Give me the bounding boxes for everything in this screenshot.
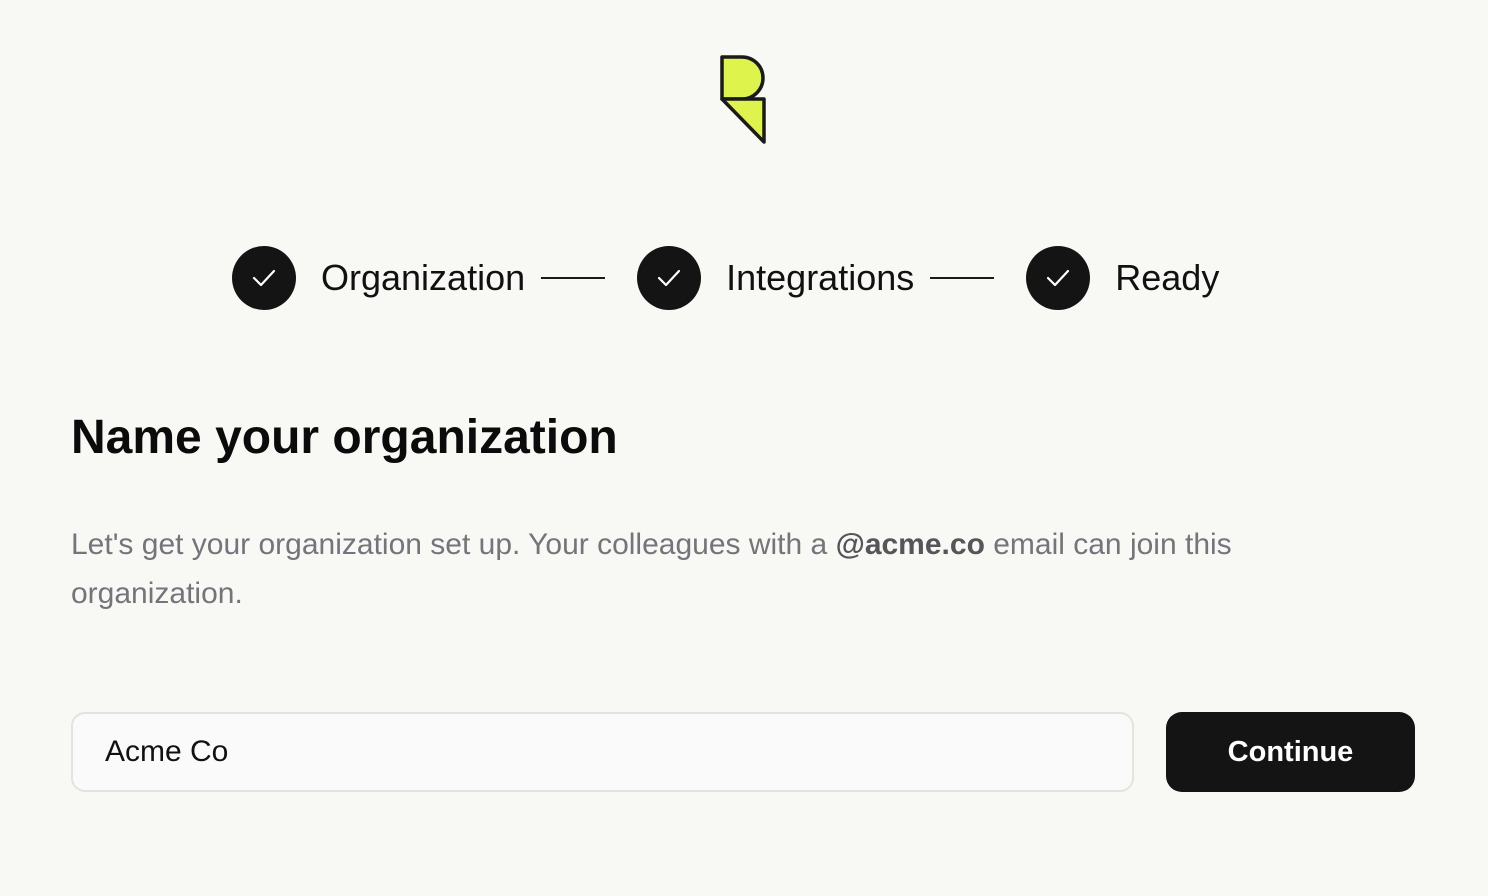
- brand-logo-icon: [720, 55, 766, 144]
- email-domain: @acme.co: [835, 528, 985, 561]
- step-connector: [541, 277, 606, 279]
- onboarding-stepper: Organization Integrations Ready: [232, 246, 1219, 310]
- step-integrations: Integrations: [637, 246, 914, 310]
- check-icon: [658, 269, 681, 287]
- step-label: Integrations: [726, 257, 915, 298]
- step-complete-badge: [637, 246, 702, 310]
- organization-name-input[interactable]: [71, 712, 1134, 792]
- step-complete-badge: [232, 246, 296, 310]
- step-organization: Organization: [232, 246, 525, 310]
- page-title: Name your organization: [71, 411, 618, 464]
- check-icon: [1047, 269, 1070, 287]
- step-connector: [930, 277, 995, 279]
- description-text: Let's get your organization set up. Your…: [71, 528, 836, 561]
- step-label: Ready: [1115, 257, 1220, 298]
- step-ready: Ready: [1026, 246, 1219, 310]
- page-description: Let's get your organization set up. Your…: [71, 520, 1351, 618]
- continue-button[interactable]: Continue: [1166, 712, 1415, 792]
- step-complete-badge: [1026, 246, 1091, 310]
- step-label: Organization: [321, 257, 526, 298]
- check-icon: [252, 269, 276, 287]
